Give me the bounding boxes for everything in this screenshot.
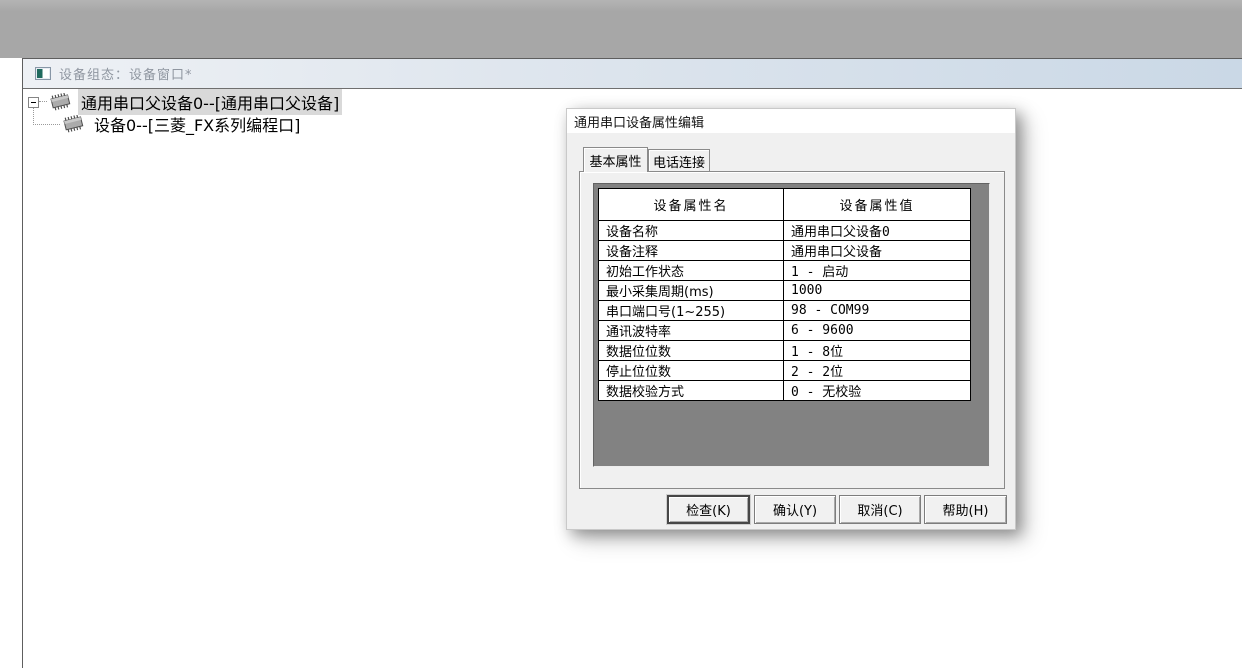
tree-dash bbox=[39, 101, 47, 103]
property-name-cell: 停止位位数 bbox=[599, 361, 784, 381]
property-value-cell[interactable]: 1000 bbox=[784, 281, 971, 301]
property-name-cell: 数据位位数 bbox=[599, 341, 784, 361]
dialog-button-row: 检查(K) 确认(Y) 取消(C) 帮助(H) bbox=[567, 495, 1015, 524]
window-icon bbox=[35, 67, 51, 80]
cancel-button[interactable]: 取消(C) bbox=[839, 495, 921, 524]
help-button[interactable]: 帮助(H) bbox=[924, 495, 1007, 524]
table-row[interactable]: 初始工作状态 1 - 启动 bbox=[599, 261, 971, 281]
chip-icon bbox=[47, 93, 74, 111]
tab-basic-properties[interactable]: 基本属性 bbox=[583, 147, 648, 172]
property-value-cell[interactable]: 1 - 启动 bbox=[784, 261, 971, 281]
dialog-title: 通用串口设备属性编辑 bbox=[574, 112, 704, 131]
tree-collapse-icon[interactable] bbox=[28, 97, 39, 108]
property-table: 设备属性名 设备属性值 设备名称 通用串口父设备0 设备注释 通用串口父设备 初… bbox=[598, 188, 971, 401]
tree-item-parent-device[interactable]: 通用串口父设备0--[通用串口父设备] bbox=[28, 91, 342, 113]
table-row[interactable]: 设备注释 通用串口父设备 bbox=[599, 241, 971, 261]
dialog-titlebar[interactable]: 通用串口设备属性编辑 bbox=[567, 109, 1015, 133]
property-name-cell: 串口端口号(1~255) bbox=[599, 301, 784, 321]
table-row[interactable]: 数据校验方式 0 - 无校验 bbox=[599, 381, 971, 401]
property-name-cell: 初始工作状态 bbox=[599, 261, 784, 281]
property-value-cell[interactable]: 0 - 无校验 bbox=[784, 381, 971, 401]
column-header-property-name: 设备属性名 bbox=[599, 189, 784, 221]
property-name-cell: 最小采集周期(ms) bbox=[599, 281, 784, 301]
property-value-cell[interactable]: 98 - COM99 bbox=[784, 301, 971, 321]
table-row[interactable]: 设备名称 通用串口父设备0 bbox=[599, 221, 971, 241]
window-title: 设备组态：设备窗口* bbox=[59, 64, 193, 83]
tree-item-label[interactable]: 设备0--[三菱_FX系列编程口] bbox=[91, 111, 303, 137]
confirm-button[interactable]: 确认(Y) bbox=[754, 495, 836, 524]
table-row[interactable]: 通讯波特率 6 - 9600 bbox=[599, 321, 971, 341]
property-value-cell[interactable]: 通用串口父设备0 bbox=[784, 221, 971, 241]
table-row[interactable]: 数据位位数 1 - 8位 bbox=[599, 341, 971, 361]
property-value-cell[interactable]: 6 - 9600 bbox=[784, 321, 971, 341]
column-header-property-value: 设备属性值 bbox=[784, 189, 971, 221]
table-row[interactable]: 串口端口号(1~255) 98 - COM99 bbox=[599, 301, 971, 321]
tree-item-child-device[interactable]: 设备0--[三菱_FX系列编程口] bbox=[60, 113, 303, 135]
property-name-cell: 数据校验方式 bbox=[599, 381, 784, 401]
basic-properties-tab-page: 设备属性名 设备属性值 设备名称 通用串口父设备0 设备注释 通用串口父设备 初… bbox=[579, 171, 1005, 489]
property-name-cell: 设备名称 bbox=[599, 221, 784, 241]
table-row[interactable]: 最小采集周期(ms) 1000 bbox=[599, 281, 971, 301]
device-config-titlebar[interactable]: 设备组态：设备窗口* bbox=[23, 59, 1242, 89]
property-grid-panel: 设备属性名 设备属性值 设备名称 通用串口父设备0 设备注释 通用串口父设备 初… bbox=[593, 183, 990, 467]
serial-device-properties-dialog: 通用串口设备属性编辑 基本属性 电话连接 设备属性名 设备属性值 设备名称 通用… bbox=[566, 108, 1016, 530]
property-name-cell: 通讯波特率 bbox=[599, 321, 784, 341]
tab-phone-connection[interactable]: 电话连接 bbox=[648, 149, 710, 172]
property-value-cell[interactable]: 2 - 2位 bbox=[784, 361, 971, 381]
table-row[interactable]: 停止位位数 2 - 2位 bbox=[599, 361, 971, 381]
property-value-cell[interactable]: 通用串口父设备 bbox=[784, 241, 971, 261]
desktop-background bbox=[0, 0, 1242, 58]
property-value-cell[interactable]: 1 - 8位 bbox=[784, 341, 971, 361]
chip-icon bbox=[60, 115, 87, 133]
table-header-row: 设备属性名 设备属性值 bbox=[599, 189, 971, 221]
property-name-cell: 设备注释 bbox=[599, 241, 784, 261]
check-button[interactable]: 检查(K) bbox=[667, 495, 750, 524]
